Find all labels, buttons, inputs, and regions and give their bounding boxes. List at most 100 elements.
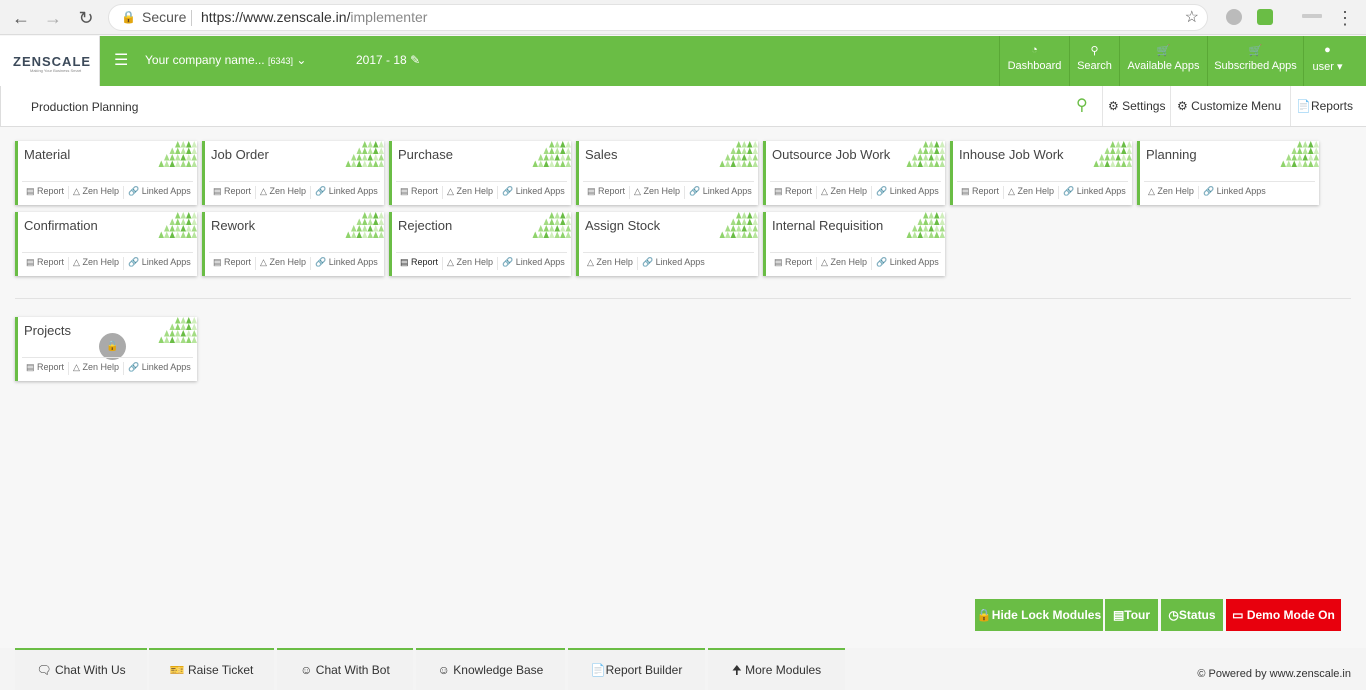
module-card[interactable]: Material ▤ Report △ Zen Help 🔗 Linked Apps [15, 141, 197, 205]
module-card[interactable]: Internal Requisition ▤ Report △ Zen Help 🔗 … [763, 212, 945, 276]
module-card[interactable]: Rework ▤ Report △ Zen Help 🔗 Linked Apps [202, 212, 384, 276]
logo-text: ZENSCALE [13, 54, 92, 69]
module-card[interactable]: Rejection ▤ Report △ Zen Help 🔗 Linked Apps [389, 212, 571, 276]
linked-apps-link[interactable]: 🔗 Linked Apps [122, 257, 195, 270]
sub-header: Production Planning ⚲ ⚙ Settings ⚙ Custo… [0, 86, 1366, 127]
linked-apps-link[interactable]: 🔗 Linked Apps [122, 186, 195, 199]
report-link[interactable]: ▤ Report [209, 186, 255, 199]
report-link[interactable]: ▤ Report [583, 186, 629, 199]
zen-help-link[interactable]: △ Zen Help [583, 257, 637, 270]
demo-mode-label: Demo Mode On [1246, 608, 1335, 622]
linked-apps-link[interactable]: 🔗 Linked Apps [683, 186, 756, 199]
module-card[interactable]: Inhouse Job Work ▤ Report △ Zen Help 🔗 Link… [950, 141, 1132, 205]
status-label: Status [1178, 608, 1216, 622]
linked-apps-link[interactable]: 🔗 Linked Apps [1057, 186, 1130, 199]
linked-apps-link[interactable]: 🔗 Linked Apps [309, 186, 382, 199]
report-link[interactable]: ▤ Report [396, 257, 442, 270]
hamburger-menu-icon[interactable]: ☰ [114, 50, 128, 70]
zen-help-link[interactable]: △ Zen Help [816, 257, 871, 270]
settings-button[interactable]: ⚙ Settings [1102, 86, 1170, 126]
module-card[interactable]: Purchase ▤ Report △ Zen Help 🔗 Linked Apps [389, 141, 571, 205]
report-link[interactable]: ▤ Report [22, 257, 68, 270]
zen-help-link[interactable]: △ Zen Help [255, 186, 310, 199]
linked-apps-link[interactable]: 🔗 Linked Apps [122, 362, 195, 375]
report-link[interactable]: ▤ Report [957, 186, 1003, 199]
report-link[interactable]: ▤ Report [396, 186, 442, 199]
zen-help-link[interactable]: △ Zen Help [1003, 186, 1058, 199]
forward-icon[interactable]: → [42, 7, 64, 29]
nav-dashboard[interactable]: ◔ Dashboard [999, 36, 1069, 86]
address-bar[interactable]: 🔒 Secure https://www.zenscale.in/impleme… [108, 4, 1208, 31]
logo[interactable]: ZENSCALE Making Your Business Smart [0, 36, 100, 86]
report-link[interactable]: ▤ Report [22, 362, 68, 375]
linked-apps-link[interactable]: 🔗 Linked Apps [309, 257, 382, 270]
document-icon: 📄 [1296, 99, 1311, 113]
financial-year[interactable]: 2017 - 18 ✎ [356, 53, 420, 67]
zen-help-link[interactable]: △ Zen Help [68, 257, 123, 270]
bookmark-star-icon[interactable]: ☆ [1185, 5, 1199, 30]
linked-apps-link[interactable]: 🔗 Linked Apps [496, 257, 569, 270]
zen-help-link[interactable]: △ Zen Help [68, 186, 123, 199]
module-links: ▤ Report △ Zen Help 🔗 Linked Apps [770, 252, 941, 270]
customize-menu-button[interactable]: ⚙ Customize Menu [1170, 86, 1290, 126]
menu-dots-icon[interactable]: ⋮ [1334, 7, 1356, 29]
extension-icon[interactable] [1226, 9, 1242, 25]
module-card[interactable]: Sales ▤ Report △ Zen Help 🔗 Linked Apps [576, 141, 758, 205]
module-links: ▤ Report △ Zen Help 🔗 Linked Apps [22, 252, 193, 270]
search-icon: ⚲ [1090, 45, 1099, 57]
module-card[interactable]: Outsource Job Work ▤ Report △ Zen Help 🔗 Li… [763, 141, 945, 205]
nav-available-apps[interactable]: 🛒 Available Apps [1119, 36, 1207, 86]
zen-help-link[interactable]: △ Zen Help [68, 362, 123, 375]
linked-apps-link[interactable]: 🔗 Linked Apps [870, 186, 943, 199]
nav-available-apps-label: Available Apps [1127, 60, 1200, 72]
arrow-up-icon: 🠉 [731, 663, 742, 677]
linked-apps-link[interactable]: 🔗 Linked Apps [496, 186, 569, 199]
module-card[interactable]: Confirmation ▤ Report △ Zen Help 🔗 Linked A… [15, 212, 197, 276]
extension-icon[interactable] [1257, 9, 1273, 25]
nav-user[interactable]: ● user ▾ [1303, 36, 1351, 86]
zen-help-link[interactable]: △ Zen Help [629, 186, 684, 199]
report-builder-tab[interactable]: 📄Report Builder [568, 648, 705, 690]
tour-label: Tour [1124, 608, 1151, 622]
nav-subscribed-apps[interactable]: 🛒 Subscribed Apps [1207, 36, 1303, 86]
nav-dashboard-label: Dashboard [1007, 60, 1062, 72]
zen-help-link[interactable]: △ Zen Help [255, 257, 310, 270]
report-link[interactable]: ▤ Report [22, 186, 68, 199]
url-text: https://www.zenscale.in/implementer [201, 5, 427, 30]
zen-help-link[interactable]: △ Zen Help [442, 257, 497, 270]
extension-icon[interactable] [1302, 14, 1322, 18]
reports-button[interactable]: 📄Reports [1290, 86, 1360, 126]
linked-apps-link[interactable]: 🔗 Linked Apps [636, 257, 709, 270]
status-button[interactable]: ◷Status [1161, 599, 1223, 631]
back-icon[interactable]: ← [10, 7, 32, 29]
report-link[interactable]: ▤ Report [770, 186, 816, 199]
nav-search[interactable]: ⚲ Search [1069, 36, 1119, 86]
module-card[interactable]: Projects 🔒 ▤ Report △ Zen Help 🔗 Linked Apps [15, 317, 197, 381]
report-link[interactable]: ▤ Report [209, 257, 255, 270]
zen-help-link[interactable]: △ Zen Help [442, 186, 497, 199]
report-link[interactable]: ▤ Report [770, 257, 816, 270]
module-card[interactable]: Planning △ Zen Help 🔗 Linked Apps [1137, 141, 1319, 205]
triangle-pattern [1280, 141, 1319, 167]
triangle-pattern [158, 317, 197, 343]
module-card[interactable]: Assign Stock △ Zen Help 🔗 Linked Apps [576, 212, 758, 276]
zen-help-link[interactable]: △ Zen Help [816, 186, 871, 199]
tour-button[interactable]: ▤Tour [1105, 599, 1158, 631]
raise-ticket-tab[interactable]: 🎫 Raise Ticket [149, 648, 274, 690]
chat-with-us-tab[interactable]: 🗨 Chat With Us [15, 648, 147, 690]
gear-icon: ⚙ [1108, 99, 1119, 113]
company-selector[interactable]: Your company name... [6343] ⌄ [145, 53, 306, 67]
reload-icon[interactable]: ↻ [75, 7, 97, 29]
more-modules-tab[interactable]: 🠉 More Modules [708, 648, 845, 690]
module-card[interactable]: Job Order ▤ Report △ Zen Help 🔗 Linked Apps [202, 141, 384, 205]
more-modules-label: More Modules [745, 663, 822, 677]
linked-apps-link[interactable]: 🔗 Linked Apps [870, 257, 943, 270]
lock-icon: 🔒 [99, 333, 126, 360]
search-icon[interactable]: ⚲ [1076, 95, 1088, 115]
hide-lock-modules-button[interactable]: 🔒Hide Lock Modules [975, 599, 1103, 631]
demo-mode-button[interactable]: ▭ Demo Mode On [1226, 599, 1341, 631]
chat-with-bot-tab[interactable]: ☺ Chat With Bot [277, 648, 413, 690]
knowledge-base-tab[interactable]: ☺ Knowledge Base [416, 648, 565, 690]
zen-help-link[interactable]: △ Zen Help [1144, 186, 1198, 199]
linked-apps-link[interactable]: 🔗 Linked Apps [1197, 186, 1270, 199]
